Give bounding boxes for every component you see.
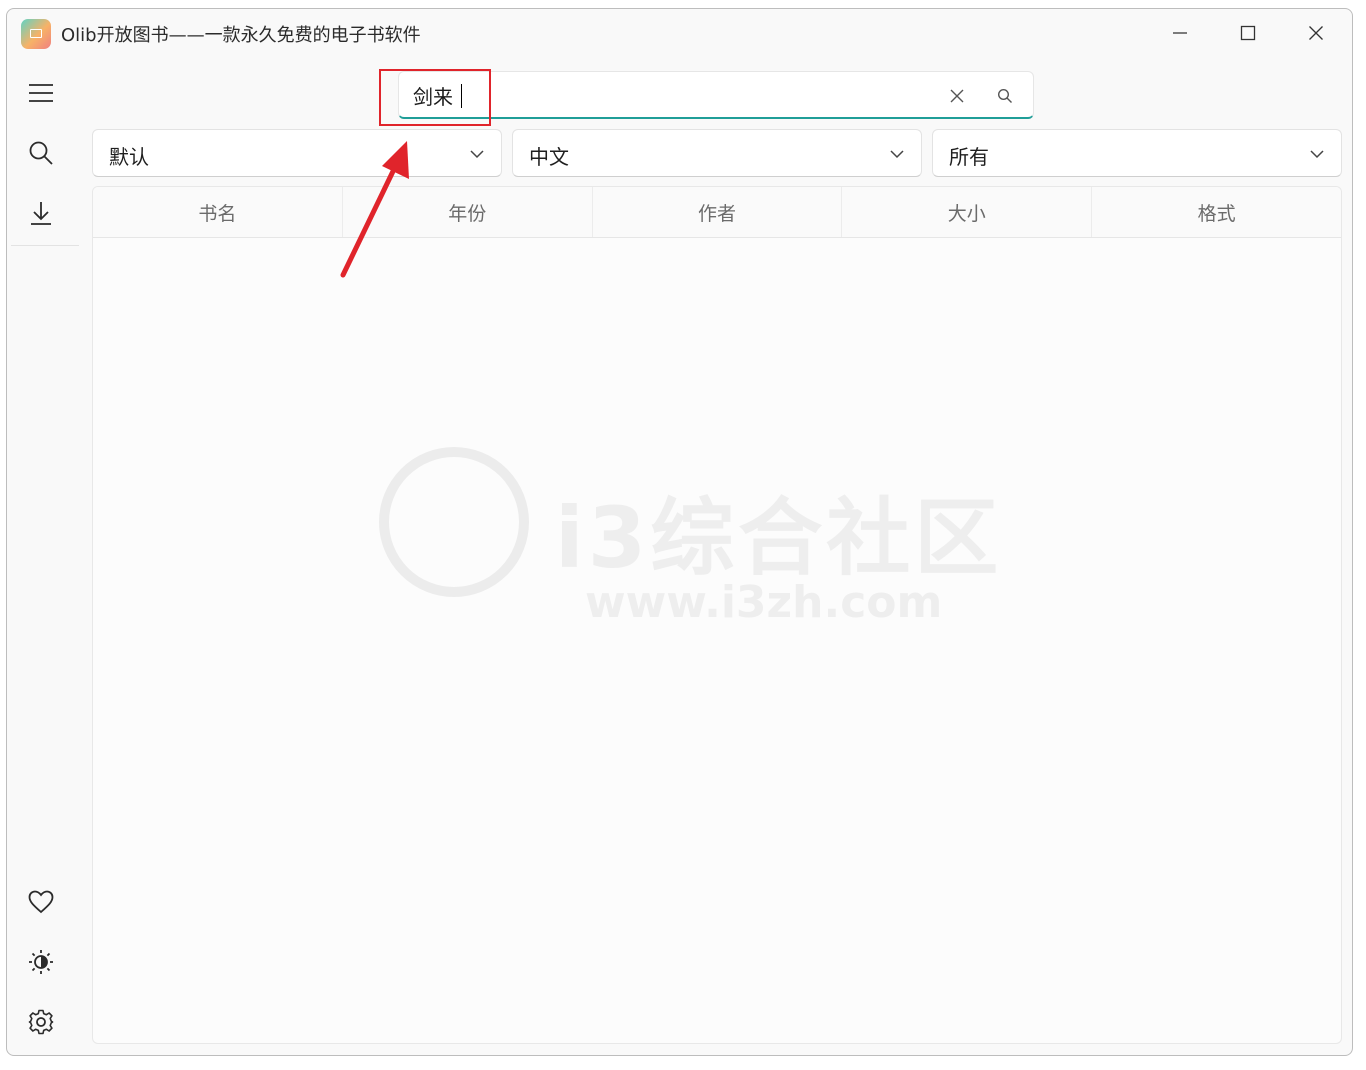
search-box[interactable] bbox=[398, 71, 1034, 119]
search-icon bbox=[29, 141, 53, 165]
menu-button[interactable] bbox=[21, 73, 61, 113]
maximize-icon bbox=[1240, 25, 1256, 41]
close-icon bbox=[950, 89, 964, 103]
sort-select[interactable]: 默认 bbox=[92, 129, 502, 177]
search-nav-button[interactable] bbox=[21, 133, 61, 173]
column-header-size[interactable]: 大小 bbox=[842, 187, 1093, 237]
chevron-down-icon bbox=[1310, 150, 1324, 159]
download-icon bbox=[31, 202, 51, 225]
language-select-value: 中文 bbox=[529, 145, 569, 169]
download-nav-button[interactable] bbox=[21, 193, 61, 233]
gear-icon bbox=[28, 1009, 54, 1035]
search-submit-button[interactable] bbox=[993, 84, 1017, 108]
window-title: Olib开放图书——一款永久免费的电子书软件 bbox=[61, 25, 421, 46]
annotation-arrow-icon bbox=[340, 141, 409, 278]
watermark-url: www.i3zh.com bbox=[585, 577, 943, 628]
search-icon bbox=[997, 88, 1012, 103]
search-clear-button[interactable] bbox=[945, 84, 969, 108]
minimize-button[interactable] bbox=[1150, 13, 1210, 53]
search-input[interactable] bbox=[413, 78, 933, 112]
theme-toggle-button[interactable] bbox=[21, 942, 61, 982]
sort-select-value: 默认 bbox=[109, 145, 149, 169]
chevron-down-icon bbox=[470, 150, 484, 159]
chevron-down-icon bbox=[890, 150, 904, 159]
theme-icon bbox=[29, 950, 53, 974]
maximize-button[interactable] bbox=[1218, 13, 1278, 53]
sidebar-divider bbox=[11, 245, 79, 246]
settings-button[interactable] bbox=[21, 1002, 61, 1042]
heart-icon bbox=[28, 890, 54, 914]
table-header: 书名 年份 作者 大小 格式 bbox=[93, 187, 1341, 238]
column-header-title[interactable]: 书名 bbox=[93, 187, 343, 237]
app-window: Olib开放图书——一款永久免费的电子书软件 剑来 默认 中文 所有 书名 年份… bbox=[6, 8, 1353, 1056]
format-select[interactable]: 所有 bbox=[932, 129, 1342, 177]
app-logo-icon bbox=[21, 19, 51, 49]
minimize-icon bbox=[1173, 32, 1187, 34]
title-bar: Olib开放图书——一款永久免费的电子书软件 bbox=[7, 9, 1352, 57]
watermark-logo-icon bbox=[379, 447, 529, 597]
format-select-value: 所有 bbox=[949, 145, 989, 169]
language-select[interactable]: 中文 bbox=[512, 129, 922, 177]
column-header-author[interactable]: 作者 bbox=[593, 187, 843, 237]
favorites-button[interactable] bbox=[21, 882, 61, 922]
watermark-text: i3综合社区 bbox=[555, 489, 1003, 587]
close-icon bbox=[1309, 26, 1323, 40]
annotation-highlight-box bbox=[379, 69, 491, 126]
menu-icon bbox=[29, 84, 53, 102]
close-button[interactable] bbox=[1286, 13, 1346, 53]
column-header-format[interactable]: 格式 bbox=[1092, 187, 1341, 237]
